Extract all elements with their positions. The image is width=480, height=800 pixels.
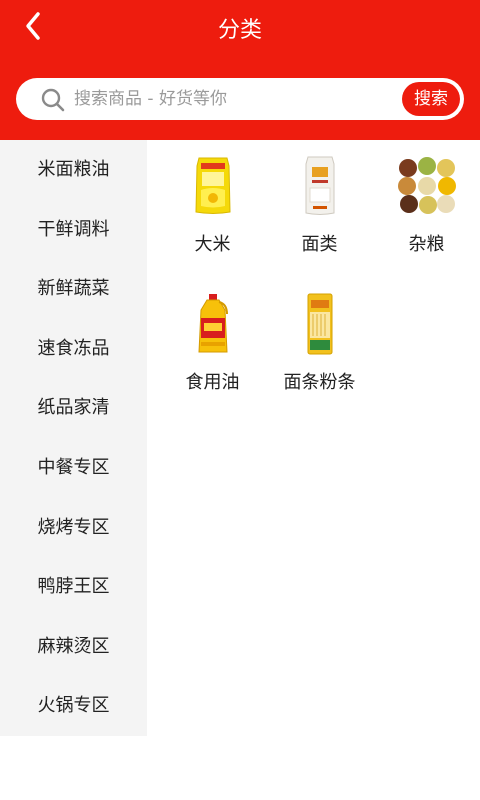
search-button[interactable]: 搜索 [402,82,460,116]
category-label: 食用油 [185,372,240,393]
category-label: 杂粮 [408,234,445,255]
category-label: 面类 [301,234,338,255]
oil-bottle-icon [197,294,228,353]
sidebar-item-fresh-vegetables[interactable]: 新鲜蔬菜 [0,259,147,319]
sidebar-item-duck-neck[interactable]: 鸭脖王区 [0,557,147,617]
header-bar: 分类 搜索 [0,0,480,140]
category-sidebar: 米面粮油 干鲜调料 新鲜蔬菜 速食冻品 纸品家清 中餐专区 烧烤专区 鸭脖王区 … [0,140,147,736]
noodle-pack-icon [307,293,332,355]
search-icon [41,88,65,112]
sidebar-item-frozen-food[interactable]: 速食冻品 [0,319,147,379]
search-input[interactable] [74,84,394,114]
page-title: 分类 [217,18,262,43]
sidebar-item-rice-flour-oil[interactable]: 米面粮油 [0,140,147,200]
category-item-flour[interactable]: 面类 [266,154,373,256]
sidebar-item-chinese-food[interactable]: 中餐专区 [0,438,147,498]
grains-bowls-icon [397,157,456,214]
sidebar-item-malatang[interactable]: 麻辣烫区 [0,617,147,677]
category-label: 面条粉条 [283,372,356,393]
category-label: 大米 [194,234,231,255]
sidebar-item-bbq[interactable]: 烧烤专区 [0,498,147,558]
search-bar: 搜索 [16,78,464,120]
rice-bag-icon [194,157,231,214]
category-item-grains[interactable]: 杂粮 [373,154,480,256]
sidebar-item-dried-seasonings[interactable]: 干鲜调料 [0,200,147,260]
sidebar-item-hotpot[interactable]: 火锅专区 [0,676,147,736]
category-item-cooking-oil[interactable]: 食用油 [159,292,266,394]
category-item-rice[interactable]: 大米 [159,154,266,256]
category-item-noodles[interactable]: 面条粉条 [266,292,373,394]
flour-bag-icon [305,156,334,215]
sidebar-item-paper-cleaning[interactable]: 纸品家清 [0,378,147,438]
